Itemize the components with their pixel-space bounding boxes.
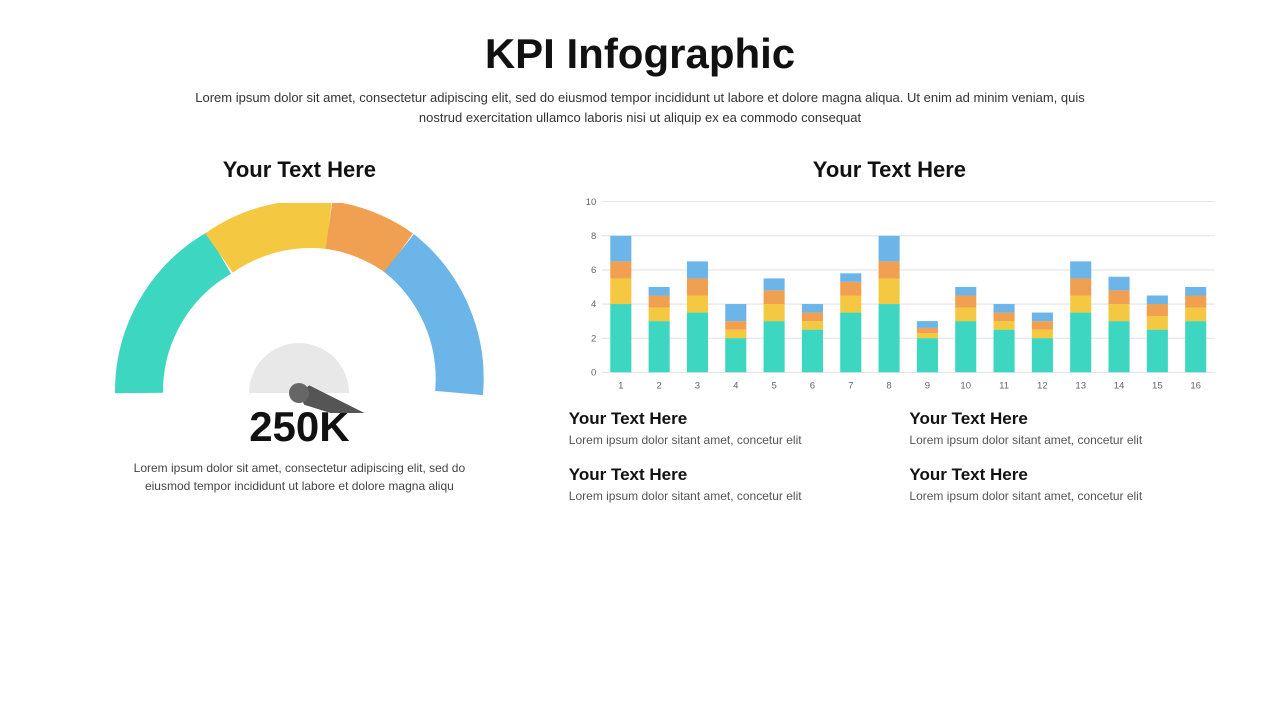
svg-text:10: 10 [585, 197, 596, 208]
info-title: Your Text Here [909, 465, 1210, 485]
svg-text:6: 6 [810, 380, 815, 391]
info-item-info3: Your Text Here Lorem ipsum dolor sitant … [569, 465, 870, 505]
page-title: KPI Infographic [485, 30, 795, 78]
info-title: Your Text Here [909, 409, 1210, 429]
svg-text:2: 2 [591, 333, 596, 344]
info-item-info2: Your Text Here Lorem ipsum dolor sitant … [909, 409, 1210, 449]
main-content: Your Text Here [60, 147, 1220, 700]
info-desc: Lorem ipsum dolor sitant amet, concetur … [909, 488, 1210, 505]
svg-text:15: 15 [1152, 380, 1163, 391]
page-subtitle: Lorem ipsum dolor sit amet, consectetur … [190, 88, 1090, 127]
svg-text:0: 0 [591, 367, 596, 378]
svg-text:8: 8 [886, 380, 891, 391]
info-desc: Lorem ipsum dolor sitant amet, concetur … [569, 488, 870, 505]
svg-text:4: 4 [733, 380, 739, 391]
svg-text:8: 8 [591, 231, 596, 242]
svg-text:2: 2 [656, 380, 661, 391]
page: KPI Infographic Lorem ipsum dolor sit am… [0, 0, 1280, 720]
bar-chart-svg: 10 8 6 4 2 0 12345678910111213141516 [559, 191, 1220, 404]
svg-text:14: 14 [1113, 380, 1124, 391]
info-grid: Your Text Here Lorem ipsum dolor sitant … [559, 409, 1220, 505]
chart-section: Your Text Here 10 8 6 4 2 0 [559, 147, 1220, 700]
chart-title: Your Text Here [559, 157, 1220, 183]
info-desc: Lorem ipsum dolor sitant amet, concetur … [909, 432, 1210, 449]
gauge-description: Lorem ipsum dolor sit amet, consectetur … [109, 459, 489, 495]
gauge-section: Your Text Here [60, 147, 539, 700]
bar-chart-wrap: 10 8 6 4 2 0 12345678910111213141516 [559, 191, 1220, 391]
svg-text:1: 1 [618, 380, 623, 391]
svg-text:4: 4 [591, 299, 597, 310]
gauge-svg [109, 203, 489, 413]
svg-text:9: 9 [925, 380, 930, 391]
svg-text:7: 7 [848, 380, 853, 391]
info-desc: Lorem ipsum dolor sitant amet, concetur … [569, 432, 870, 449]
svg-text:16: 16 [1190, 380, 1201, 391]
svg-text:5: 5 [771, 380, 776, 391]
svg-text:13: 13 [1075, 380, 1086, 391]
svg-text:12: 12 [1037, 380, 1048, 391]
svg-text:6: 6 [591, 265, 596, 276]
gauge-container [109, 203, 489, 413]
svg-text:11: 11 [999, 380, 1009, 391]
info-item-info1: Your Text Here Lorem ipsum dolor sitant … [569, 409, 870, 449]
gauge-title: Your Text Here [223, 157, 376, 183]
svg-text:10: 10 [960, 380, 971, 391]
info-item-info4: Your Text Here Lorem ipsum dolor sitant … [909, 465, 1210, 505]
info-title: Your Text Here [569, 465, 870, 485]
info-title: Your Text Here [569, 409, 870, 429]
svg-text:3: 3 [695, 380, 700, 391]
